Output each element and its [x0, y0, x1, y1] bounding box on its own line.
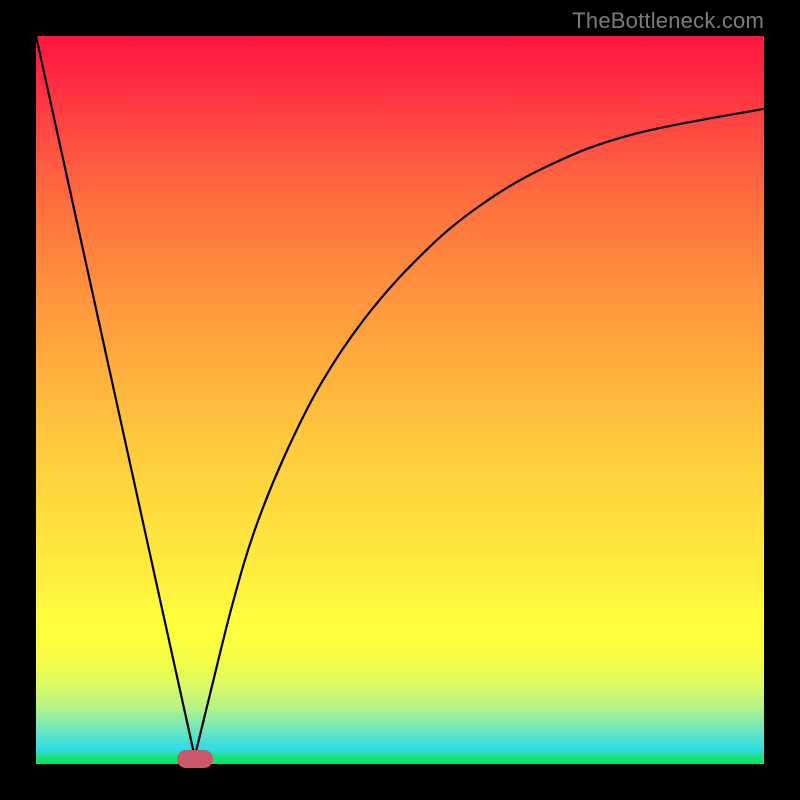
- watermark-label: TheBottleneck.com: [572, 8, 764, 34]
- optimal-point-marker: [177, 750, 213, 768]
- bottleneck-curve: [36, 36, 764, 764]
- chart-plot-area: [36, 36, 764, 764]
